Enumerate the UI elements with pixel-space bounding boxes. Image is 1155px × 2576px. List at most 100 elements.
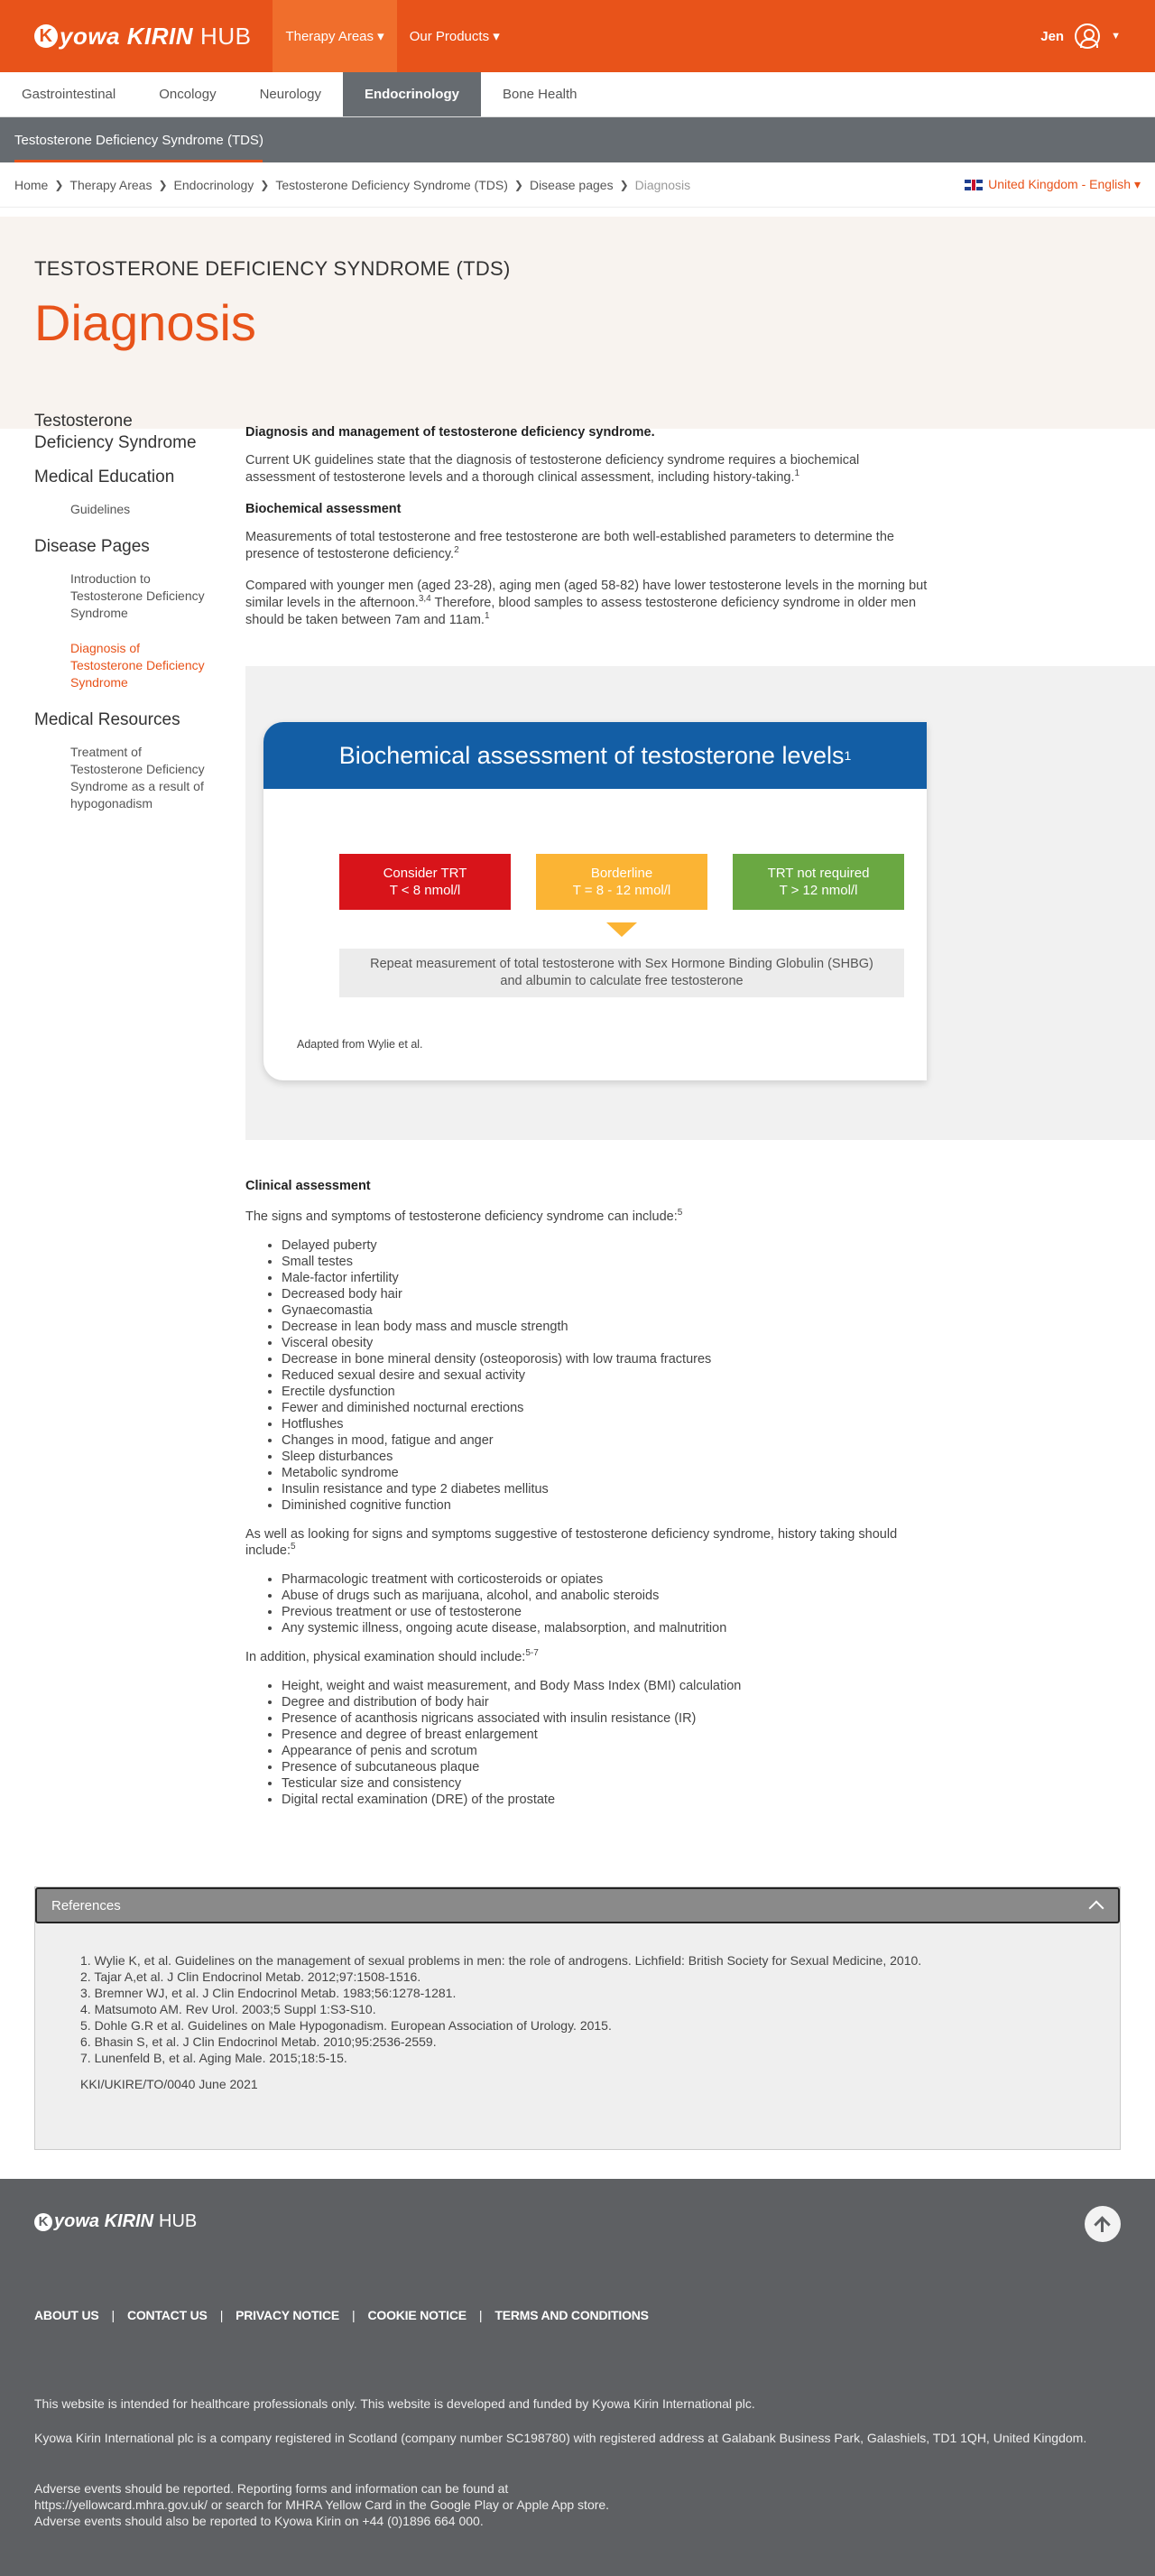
top-bar: Kyowa KIRIN HUB Therapy Areas ▾ Our Produ… — [0, 0, 1155, 72]
references-title: References — [51, 1897, 121, 1913]
kyowa-kirin-hub-logo[interactable]: Kyowa KIRIN HUB — [34, 23, 251, 51]
tds-underline — [14, 160, 263, 162]
intro-heading: Diagnosis and management of testosterone… — [245, 425, 655, 440]
footer: Kyowa KIRIN HUB ABOUT US | CONTACT US | PRI… — [0, 2179, 1155, 2576]
crumb-home[interactable]: Home — [14, 178, 48, 192]
sidebar-item-disease-pages[interactable]: Disease Pages — [34, 536, 210, 558]
list-item: Hotflushes — [282, 1416, 949, 1432]
scroll-to-top-button[interactable] — [1085, 2206, 1121, 2242]
chevron-up-icon — [1088, 1900, 1104, 1916]
repeat-measurement-box: Repeat measurement of total testosterone… — [339, 949, 904, 997]
nav-therapy-areas[interactable]: Therapy Areas ▾ — [273, 0, 397, 72]
crumb-therapy-areas[interactable]: Therapy Areas — [69, 178, 152, 192]
tab-endocrinology[interactable]: Endocrinology — [342, 72, 481, 116]
footer-company-info: Kyowa Kirin International plc is a compa… — [34, 2431, 1087, 2445]
repeat-line-1: Repeat measurement of total testosterone… — [370, 957, 873, 971]
reference-item: 1. Wylie K, et al. Guidelines on the man… — [80, 1953, 922, 1968]
link-separator: | — [478, 2308, 483, 2322]
figure-source: Adapted from Wylie et al. — [297, 1038, 423, 1051]
list-item: Small testes — [282, 1254, 949, 1270]
trt-not-required-box: TRT not required T > 12 nmol/l — [733, 854, 904, 910]
list-item: Pharmacologic treatment with corticoster… — [282, 1571, 949, 1588]
list-item: Presence and degree of breast enlargemen… — [282, 1727, 949, 1743]
user-avatar-icon — [1075, 23, 1101, 49]
list-item: Appearance of penis and scrotum — [282, 1743, 949, 1759]
logo-k-icon: K — [34, 2212, 52, 2231]
chevron-right-icon: ❯ — [619, 178, 629, 191]
signs-list: Delayed pubertySmall testesMale-factor i… — [282, 1237, 949, 1514]
borderline-label: Borderline — [590, 866, 653, 881]
adverse-line-2: https://yellowcard.mhra.gov.uk/ or searc… — [34, 2497, 610, 2512]
references-list: 1. Wylie K, et al. Guidelines on the man… — [80, 1952, 1120, 2066]
user-menu[interactable]: Jen ▼ — [1040, 23, 1121, 49]
tab-oncology[interactable]: Oncology — [137, 72, 237, 116]
tds-section-link[interactable]: Testosterone Deficiency Syndrome (TDS) — [14, 133, 263, 148]
footer-logo[interactable]: Kyowa KIRIN HUB — [34, 2211, 197, 2232]
references-panel: References 1. Wylie K, et al. Guidelines… — [34, 1886, 1121, 2150]
footer-link-privacy[interactable]: PRIVACY NOTICE — [236, 2308, 339, 2322]
sidebar-item-guidelines[interactable]: Guidelines — [70, 501, 210, 518]
biochemical-paragraph-1: Measurements of total testosterone and f… — [245, 529, 931, 563]
sidebar-item-introduction[interactable]: Introduction to Testosterone Deficiency … — [70, 570, 210, 622]
footer-link-about[interactable]: ABOUT US — [34, 2308, 99, 2322]
uk-flag-icon — [965, 179, 984, 190]
list-item: Diminished cognitive function — [282, 1497, 949, 1514]
tab-gastrointestinal[interactable]: Gastrointestinal — [0, 72, 137, 116]
language-selector[interactable]: United Kingdom - English ▾ — [965, 177, 1141, 192]
consider-trt-box: Consider TRT T < 8 nmol/l — [339, 854, 511, 910]
reference-item: 5. Dohle G.R et al. Guidelines on Male H… — [80, 2018, 612, 2033]
list-item: Degree and distribution of body hair — [282, 1694, 949, 1710]
sidebar-item-treatment[interactable]: Treatment of Testosterone Deficiency Syn… — [70, 744, 210, 812]
references-toggle[interactable]: References — [35, 1887, 1120, 1923]
list-item: Reduced sexual desire and sexual activit… — [282, 1367, 949, 1384]
nav-our-products[interactable]: Our Products ▾ — [397, 0, 513, 72]
list-item: Previous treatment or use of testosteron… — [282, 1604, 949, 1620]
intro-text: Current UK guidelines state that the dia… — [245, 453, 860, 485]
breadcrumb: Home ❯ Therapy Areas ❯ Endocrinology ❯ Test… — [0, 162, 1155, 208]
reference-item: 7. Lunenfeld B, et al. Aging Male. 2015;… — [80, 2051, 347, 2065]
page-hero: TESTOSTERONE DEFICIENCY SYNDROME (TDS) D… — [0, 217, 1155, 429]
link-separator: | — [352, 2308, 356, 2322]
ref-sup: 5-7 — [525, 1648, 539, 1659]
reference-item: 2. Tajar A,et al. J Clin Endocrinol Meta… — [80, 1969, 421, 1984]
assessment-card: Biochemical assessment of testosterone l… — [263, 722, 927, 1080]
chevron-down-icon: ▼ — [1111, 31, 1121, 42]
list-item: Abuse of drugs such as marijuana, alcoho… — [282, 1588, 949, 1604]
ref-sup: 5 — [677, 1208, 683, 1219]
crumb-tds[interactable]: Testosterone Deficiency Syndrome (TDS) — [275, 178, 508, 192]
sidebar-item-medical-resources[interactable]: Medical Resources — [34, 709, 210, 731]
tab-bone-health[interactable]: Bone Health — [481, 72, 599, 116]
chevron-right-icon: ❯ — [54, 178, 64, 191]
footer-link-contact[interactable]: CONTACT US — [127, 2308, 208, 2322]
list-item: Presence of acanthosis nigricans associa… — [282, 1710, 949, 1727]
adverse-line-1: Adverse events should be reported. Repor… — [34, 2481, 509, 2496]
chevron-right-icon: ❯ — [513, 178, 523, 191]
sidebar-item-medical-education[interactable]: Medical Education — [34, 467, 210, 488]
footer-link-cookie[interactable]: COOKIE NOTICE — [367, 2308, 467, 2322]
language-label: United Kingdom - English ▾ — [988, 177, 1141, 191]
ref-sup: 1 — [484, 611, 490, 622]
trt-not-required-range: T > 12 nmol/l — [779, 883, 858, 898]
biochemical-heading: Biochemical assessment — [245, 502, 402, 516]
sidebar-item-tds[interactable]: Testosterone Deficiency Syndrome — [34, 411, 210, 454]
list-item: Fewer and diminished nocturnal erections — [282, 1400, 949, 1416]
crumb-disease-pages[interactable]: Disease pages — [530, 178, 614, 192]
main-content: Diagnosis and management of testosterone… — [245, 424, 931, 644]
ref-sup: 3,4 — [418, 594, 431, 605]
reference-item: 6. Bhasin S, et al. J Clin Endocrinol Me… — [80, 2034, 437, 2049]
crumb-endocrinology[interactable]: Endocrinology — [174, 178, 254, 192]
sidebar: Testosterone Deficiency Syndrome Medical… — [34, 411, 210, 830]
down-arrow-icon — [606, 922, 637, 937]
tab-neurology[interactable]: Neurology — [238, 72, 343, 116]
ref-sup: 2 — [454, 545, 459, 556]
list-item: Delayed puberty — [282, 1237, 949, 1254]
reference-item: 4. Matsumoto AM. Rev Urol. 2003;5 Suppl … — [80, 2002, 376, 2016]
sidebar-item-diagnosis[interactable]: Diagnosis of Testosterone Deficiency Syn… — [70, 640, 210, 691]
consider-trt-label: Consider TRT — [383, 866, 467, 881]
footer-link-terms[interactable]: TERMS AND CONDITIONS — [494, 2308, 649, 2322]
list-item: Height, weight and waist measurement, an… — [282, 1678, 949, 1694]
repeat-line-2: and albumin to calculate free testostero… — [500, 974, 744, 988]
link-separator: | — [219, 2308, 224, 2322]
crumb-current: Diagnosis — [634, 177, 691, 192]
list-item: Male-factor infertility — [282, 1270, 949, 1286]
